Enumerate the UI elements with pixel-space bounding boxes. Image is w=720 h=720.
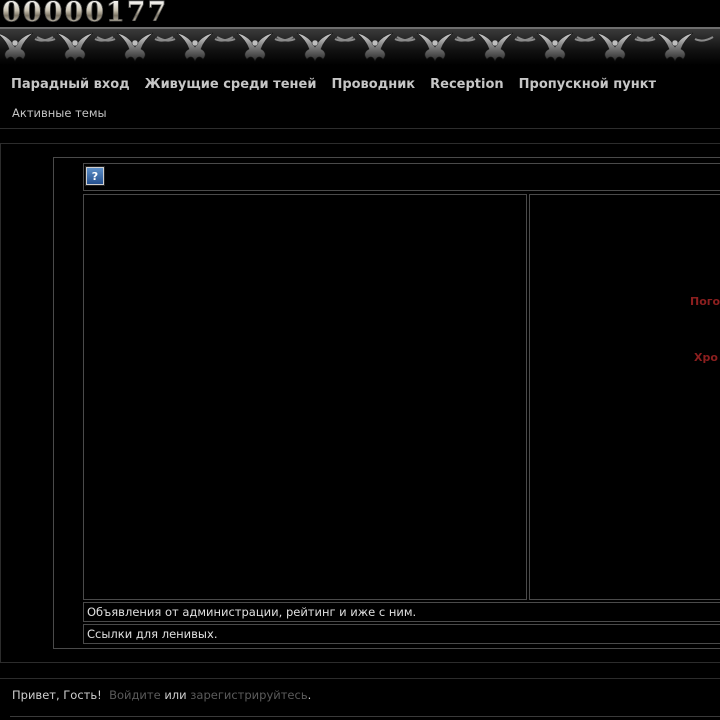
forum-title[interactable]: Объявления от администрации, рейтинг и и… bbox=[87, 605, 416, 619]
nav-link-living-among-shadows[interactable]: Живущие среди теней bbox=[145, 77, 317, 92]
guest-greeting: Привет, Гость! Войдите или зарегистрируй… bbox=[12, 688, 311, 702]
register-link[interactable]: зарегистрируйтесь bbox=[190, 688, 307, 702]
help-icon[interactable]: ? bbox=[85, 166, 105, 186]
footer-divider bbox=[10, 716, 720, 717]
left-content-panel bbox=[83, 194, 527, 600]
forum-row-links[interactable]: Ссылки для ленивых. bbox=[83, 624, 720, 644]
ornament-pattern bbox=[0, 32, 714, 62]
nav-link-guide[interactable]: Проводник bbox=[331, 77, 415, 92]
nav-link-main-entrance[interactable]: Парадный вход bbox=[11, 77, 130, 92]
forum-row-announcements[interactable]: Объявления от администрации, рейтинг и и… bbox=[83, 602, 720, 622]
period-text: . bbox=[307, 688, 312, 702]
right-panel-link-1[interactable]: Пого bbox=[690, 295, 720, 308]
nav-link-reception[interactable]: Reception bbox=[430, 77, 504, 92]
or-text: или bbox=[164, 688, 187, 702]
visitor-counter: 00000177 bbox=[0, 0, 212, 26]
right-content-panel: Пого Хро bbox=[529, 194, 720, 600]
right-panel-link-2[interactable]: Хро bbox=[694, 351, 718, 364]
header-ornament-banner bbox=[0, 27, 720, 65]
active-topics-link[interactable]: Активные темы bbox=[12, 106, 107, 120]
main-navigation: Парадный вход Живущие среди теней Провод… bbox=[11, 75, 656, 93]
login-link[interactable]: Войдите bbox=[109, 688, 161, 702]
forum-title[interactable]: Ссылки для ленивых. bbox=[87, 627, 217, 641]
divider bbox=[0, 128, 720, 129]
nav-link-checkpoint[interactable]: Пропускной пункт bbox=[519, 77, 656, 92]
greeting-text: Привет, Гость! bbox=[12, 688, 102, 702]
forum-toolbar: ? bbox=[83, 163, 720, 191]
